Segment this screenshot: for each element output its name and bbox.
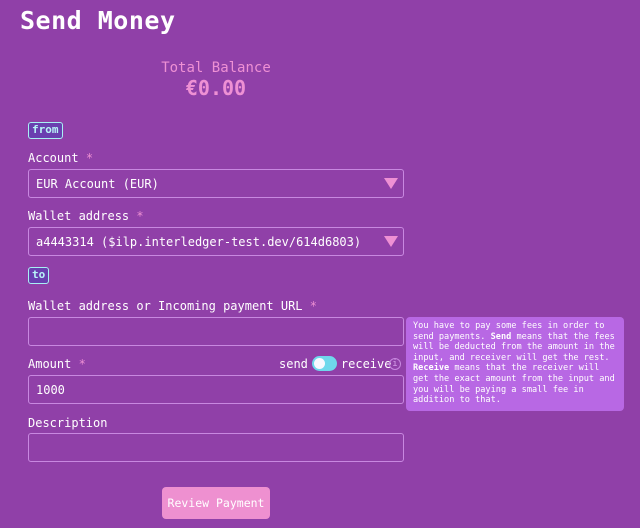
- required-marker: *: [309, 299, 318, 313]
- send-receive-switch[interactable]: [311, 356, 337, 371]
- amount-label: Amount *: [28, 357, 86, 371]
- toggle-send-label[interactable]: send: [279, 357, 308, 371]
- wallet-address-select-value: a4443314 ($ilp.interledger-test.dev/614d…: [36, 234, 362, 249]
- required-marker: *: [136, 209, 144, 223]
- description-input[interactable]: [28, 433, 404, 462]
- account-select-value: EUR Account (EUR): [36, 176, 159, 191]
- receiver-label-text: Wallet address or Incoming payment URL: [28, 299, 303, 313]
- to-section-tag: to: [28, 267, 50, 284]
- amount-input[interactable]: 1000: [28, 375, 404, 404]
- amount-input-value: 1000: [36, 382, 65, 397]
- fees-tooltip: You have to pay some fees in order to se…: [406, 317, 624, 411]
- from-section-tag: from: [28, 122, 63, 139]
- switch-knob: [313, 358, 325, 369]
- account-select[interactable]: EUR Account (EUR): [28, 169, 404, 198]
- send-receive-toggle-row: send receive: [279, 356, 391, 371]
- required-marker: *: [85, 151, 94, 165]
- amount-label-text: Amount: [28, 357, 72, 371]
- tooltip-send-word: Send: [490, 331, 512, 342]
- receiver-input[interactable]: [28, 317, 404, 346]
- account-label-text: Account: [28, 151, 79, 165]
- description-label: Description: [28, 416, 108, 430]
- caret-down-icon[interactable]: [384, 236, 398, 247]
- toggle-receive-label[interactable]: receive: [341, 357, 392, 371]
- required-marker: *: [78, 357, 86, 371]
- account-label: Account *: [28, 151, 93, 165]
- wallet-address-label-text: Wallet address: [28, 209, 130, 223]
- total-balance-label: Total Balance: [161, 60, 271, 76]
- tooltip-receive-word: Receive: [413, 363, 450, 374]
- page-title: Send Money: [20, 6, 176, 35]
- send-money-page: Send Money Total Balance €0.00 from Acco…: [0, 0, 640, 528]
- info-icon[interactable]: i: [389, 358, 401, 370]
- wallet-address-label: Wallet address *: [28, 209, 144, 223]
- wallet-address-select[interactable]: a4443314 ($ilp.interledger-test.dev/614d…: [28, 227, 404, 256]
- total-balance-value: €0.00: [185, 76, 247, 100]
- review-payment-button[interactable]: Review Payment: [162, 487, 270, 519]
- receiver-label: Wallet address or Incoming payment URL *: [28, 299, 317, 313]
- caret-down-icon[interactable]: [384, 178, 398, 189]
